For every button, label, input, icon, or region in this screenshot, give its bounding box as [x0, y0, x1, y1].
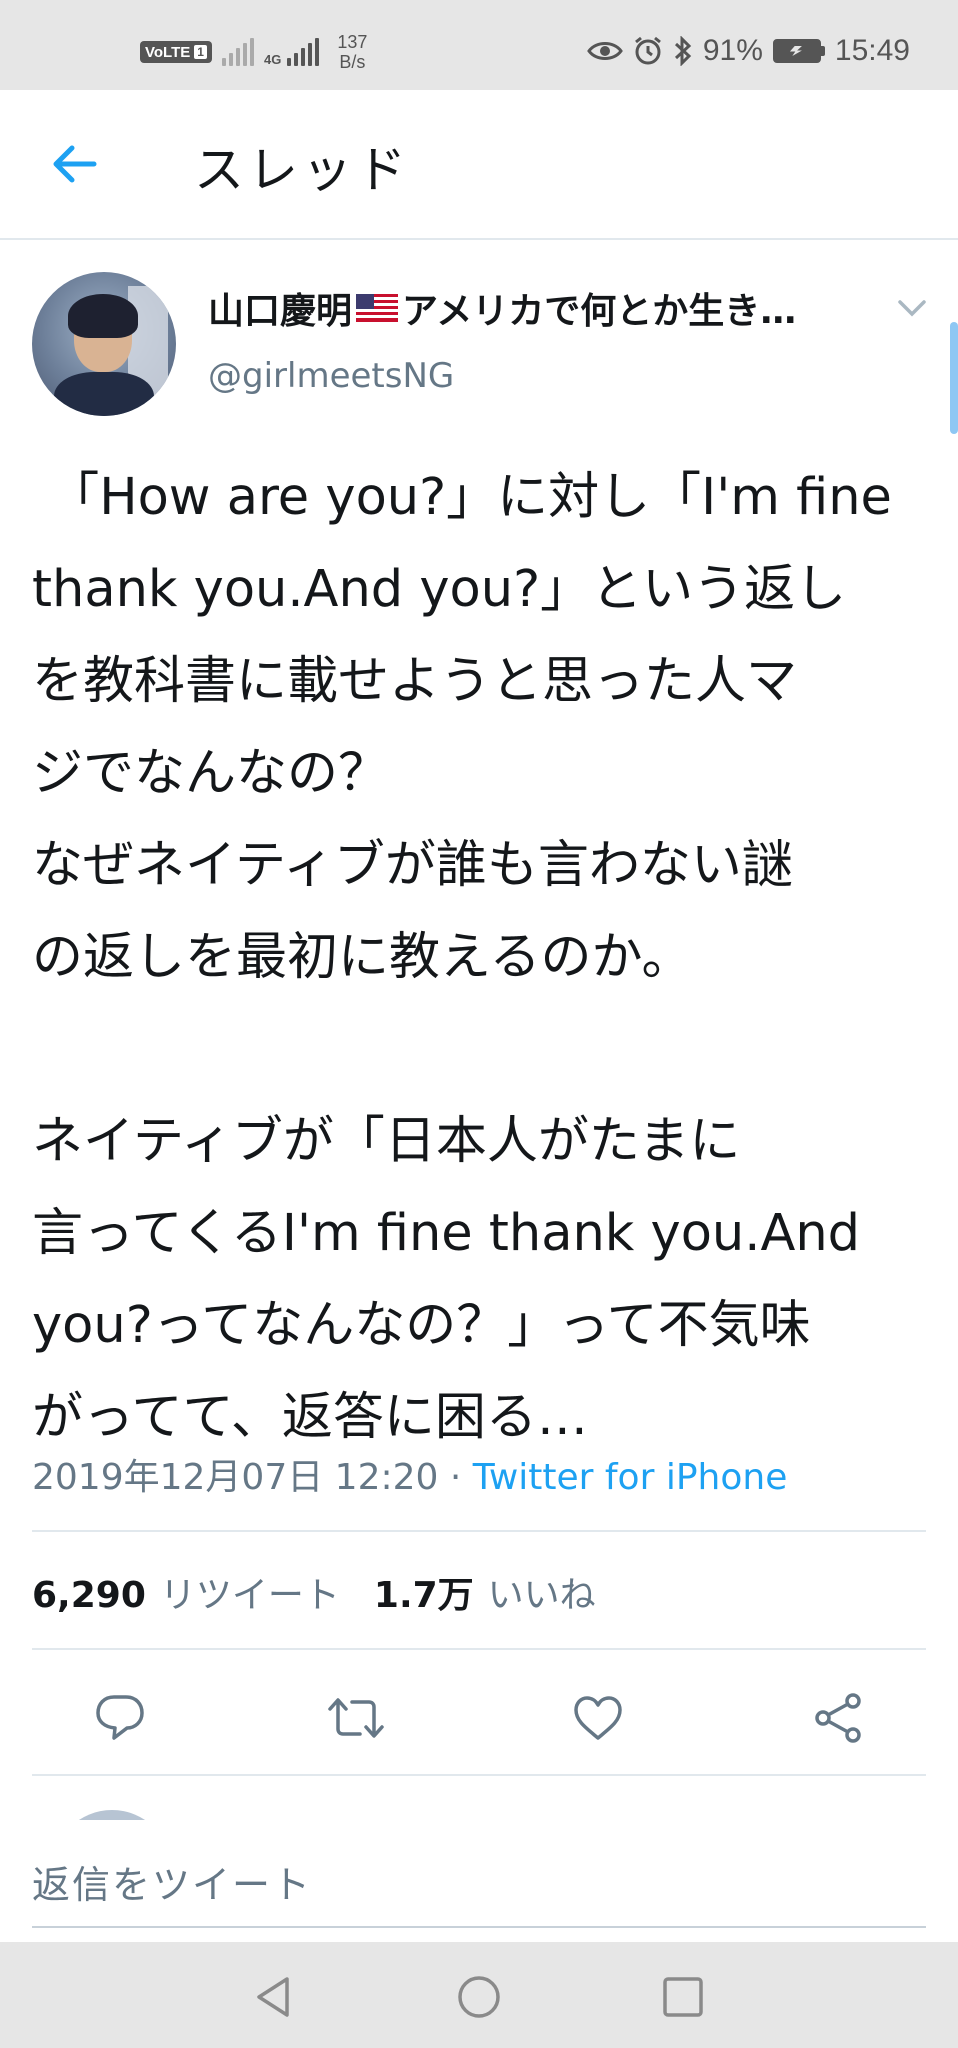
- like-button[interactable]: [568, 1688, 628, 1748]
- tweet-datetime: 2019年12月07日 12:20: [32, 1457, 439, 1498]
- eye-icon: [587, 42, 623, 60]
- retweet-icon: [328, 1698, 384, 1738]
- status-bar-right: 91% 15:49: [587, 34, 910, 68]
- divider: [32, 1530, 926, 1532]
- retweet-button[interactable]: [326, 1688, 386, 1748]
- back-arrow-icon: [53, 145, 97, 183]
- tweet-actions: [0, 1680, 958, 1760]
- triangle-back-icon: [257, 1977, 289, 2017]
- us-flag-icon: [356, 294, 399, 322]
- volte-badge: VoLTE 1: [140, 41, 212, 63]
- status-bar-left: VoLTE 1 4G 137 B/s: [140, 32, 367, 72]
- square-recents-icon: [663, 1977, 703, 2017]
- battery-icon: [772, 39, 825, 63]
- scrollbar-thumb[interactable]: [950, 322, 958, 434]
- reply-bar: 返信をツイート: [0, 1820, 958, 1942]
- network-speed: 137 B/s: [337, 32, 367, 72]
- author-name-suffix: アメリカで何とか生き…: [402, 291, 797, 332]
- circle-home-icon: [458, 1976, 500, 2018]
- share-button[interactable]: [808, 1688, 868, 1748]
- tweet-stats: 6,290 リツイート 1.7万 いいね: [32, 1566, 630, 1618]
- bluetooth-icon: [674, 36, 692, 66]
- page-title: スレッド: [194, 141, 410, 199]
- network-speed-value: 137: [337, 32, 368, 52]
- network-type-label: 4G: [263, 52, 282, 67]
- author-handle[interactable]: @girlmeetsNG: [208, 356, 454, 396]
- author-display-name[interactable]: 山口慶明 アメリカで何とか生き…: [208, 282, 796, 334]
- reply-icon: [96, 1695, 144, 1740]
- retweets-label: リツイート: [159, 1575, 340, 1616]
- avatar[interactable]: [32, 272, 176, 416]
- system-nav-bar: [0, 1942, 958, 2048]
- nav-home-button[interactable]: [456, 1974, 502, 2020]
- tweet-text: 「How are you?」に対し「I'm fine thank you.And…: [32, 468, 892, 1447]
- likes-count: 1.7万: [373, 1575, 474, 1616]
- tweet-meta: 2019年12月07日 12:20 · Twitter for iPhone: [32, 1448, 787, 1500]
- battery-percent: 91%: [702, 34, 763, 67]
- retweets-stat[interactable]: 6,290 リツイート: [32, 1575, 374, 1616]
- nav-back-button[interactable]: [250, 1974, 296, 2020]
- nav-recents-button[interactable]: [660, 1974, 706, 2020]
- status-bar: VoLTE 1 4G 137 B/s 91% 15:49: [0, 0, 958, 90]
- reply-input-underline: [32, 1926, 926, 1928]
- divider: [32, 1774, 926, 1776]
- sim-slot-label: 1: [194, 45, 207, 59]
- likes-label: いいね: [487, 1575, 596, 1616]
- retweets-count: 6,290: [32, 1575, 146, 1616]
- reply-input[interactable]: 返信をツイート: [32, 1854, 312, 1909]
- author-name-text: 山口慶明: [208, 291, 353, 332]
- signal-sim1-icon: [221, 38, 254, 66]
- network-speed-unit: B/s: [339, 52, 366, 72]
- signal-sim2: 4G: [263, 38, 320, 67]
- tweet-source-link[interactable]: Twitter for iPhone: [473, 1457, 788, 1498]
- app-header: スレッド: [0, 90, 958, 240]
- chevron-down-icon[interactable]: [896, 296, 928, 320]
- meta-separator: ·: [438, 1457, 473, 1498]
- heart-icon: [574, 1696, 622, 1740]
- share-icon: [815, 1693, 861, 1743]
- likes-stat[interactable]: 1.7万 いいね: [374, 1575, 630, 1616]
- back-button[interactable]: [46, 136, 102, 192]
- signal-sim2-icon: [287, 38, 320, 66]
- volte-label: VoLTE: [145, 43, 191, 61]
- clock: 15:49: [834, 34, 910, 67]
- alarm-icon: [634, 36, 661, 65]
- divider: [32, 1648, 926, 1650]
- reply-button[interactable]: [90, 1688, 150, 1748]
